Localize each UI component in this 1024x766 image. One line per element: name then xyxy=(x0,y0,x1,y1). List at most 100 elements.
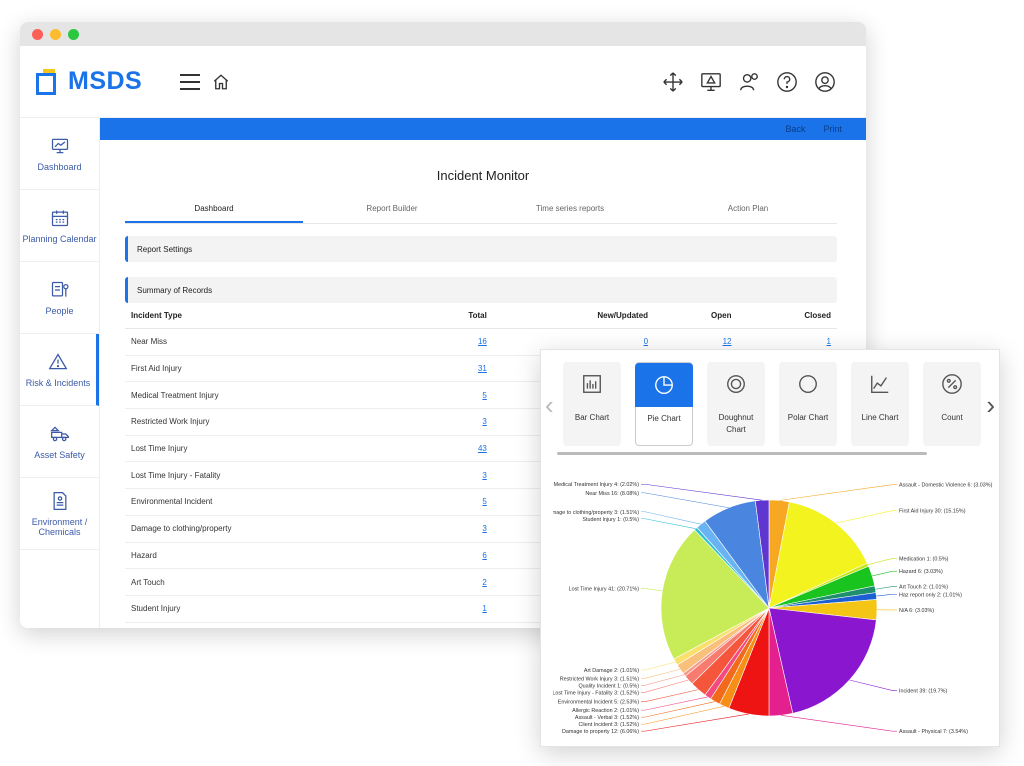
bar-chart-icon xyxy=(583,375,601,393)
report-settings-panel[interactable]: Report Settings xyxy=(125,236,837,262)
table-cell-type: Damage to clothing/property xyxy=(125,515,415,543)
sidebar-item-environment-chemicals[interactable]: Environment / Chemicals xyxy=(20,478,99,550)
table-cell-total: 3 xyxy=(414,515,493,543)
table-cell-total: 1 xyxy=(414,595,493,623)
chevron-left-icon[interactable]: ‹ xyxy=(545,390,554,421)
vehicle-icon xyxy=(49,425,69,441)
count-link[interactable]: 3 xyxy=(482,417,486,426)
fullscreen-icon[interactable] xyxy=(662,71,684,93)
pie-label-leader xyxy=(641,661,676,671)
tab-report-builder[interactable]: Report Builder xyxy=(303,200,481,223)
chart-type-bar[interactable]: Bar Chart xyxy=(563,362,621,446)
chart-type-label: Polar Chart xyxy=(787,413,829,422)
pie-label-leader xyxy=(872,570,897,577)
logo-text: MSDS xyxy=(68,67,143,95)
sidebar-item-label: Risk & Incidents xyxy=(25,377,91,388)
count-link[interactable]: 2 xyxy=(482,578,486,587)
pie-slice-label: Haz report only 2: (1.01%) xyxy=(899,592,962,598)
table-cell-total: 2 xyxy=(414,568,493,596)
column-header: Incident Type xyxy=(125,303,415,329)
pie-slice-label: Student Injury 1: (0.5%) xyxy=(582,517,639,523)
pie-slice-label: Damage to property 12: (6.06%) xyxy=(562,729,639,735)
count-link[interactable]: 1 xyxy=(827,337,831,346)
sidebar-item-risk-incidents[interactable]: Risk & Incidents xyxy=(20,334,99,406)
maximize-window-button[interactable] xyxy=(68,28,79,40)
table-cell-total: 31 xyxy=(414,355,493,383)
monitor-alert-icon[interactable] xyxy=(700,71,722,93)
sidebar-item-people[interactable]: People xyxy=(20,262,99,334)
pie-slice-label: Restricted Work Injury 3: (1.51%) xyxy=(560,676,639,682)
pie-slice-label: Allergic Reaction 2: (1.01%) xyxy=(572,708,639,714)
sidebar-item-dashboard[interactable]: Dashboard xyxy=(20,118,99,190)
pie-label-leader xyxy=(641,674,685,686)
chart-type-label: Pie Chart xyxy=(647,414,681,423)
tab-time-series-reports[interactable]: Time series reports xyxy=(481,200,659,223)
people-icon xyxy=(51,281,69,297)
pie-chart-icon xyxy=(655,376,673,394)
logo-mark-icon xyxy=(36,68,62,95)
pie-chart: Assault - Domestic Violence 6: (3.03%) Fi… xyxy=(553,482,993,735)
pie-label-leader xyxy=(875,586,897,590)
pie-slice-label: Art Touch 2: (1.01%) xyxy=(899,584,948,590)
tab-action-plan[interactable]: Action Plan xyxy=(659,200,837,223)
chart-type-count[interactable]: Count xyxy=(923,362,981,446)
pie-label-leader xyxy=(849,679,897,691)
sidebar-item-asset-safety[interactable]: Asset Safety xyxy=(20,406,99,478)
chart-type-line[interactable]: Line Chart xyxy=(851,362,909,446)
print-link[interactable]: Print xyxy=(823,124,842,134)
chart-type-label: Doughnut Chart xyxy=(718,413,754,434)
dashboard-icon xyxy=(51,138,68,153)
tab-dashboard[interactable]: Dashboard xyxy=(125,200,303,223)
pie-label-leader xyxy=(641,689,699,703)
pie-label-leader xyxy=(641,511,701,525)
chart-type-polar[interactable]: Polar Chart xyxy=(779,362,837,446)
pie-label-leader xyxy=(641,483,763,501)
logo[interactable]: MSDS xyxy=(36,67,142,96)
chart-type-scrollbar[interactable] xyxy=(557,452,927,455)
pie-label-leader xyxy=(641,679,689,693)
table-cell-total: 5 xyxy=(414,381,493,410)
count-link[interactable]: 5 xyxy=(482,391,486,400)
count-link[interactable]: 31 xyxy=(478,364,487,373)
pie-label-leader xyxy=(835,510,897,524)
table-cell-total: 3 xyxy=(414,408,493,436)
pie-slice-label: Hazard 6: (3.03%) xyxy=(899,569,943,575)
pie-slice-label: Near Miss 16: (8.08%) xyxy=(585,491,639,497)
user-settings-icon[interactable] xyxy=(738,71,760,93)
pie-label-leader xyxy=(641,588,663,592)
help-icon[interactable] xyxy=(776,71,798,93)
polar-chart-icon xyxy=(799,375,817,393)
close-window-button[interactable] xyxy=(32,28,43,40)
account-icon[interactable] xyxy=(814,71,836,93)
count-link[interactable]: 12 xyxy=(723,337,732,346)
minimize-window-button[interactable] xyxy=(50,28,61,40)
chart-type-label: Bar Chart xyxy=(574,413,610,422)
pie-slice-label: Lost Time Injury - Fatality 3: (1.52%) xyxy=(553,690,639,696)
calendar-icon xyxy=(51,210,68,226)
menu-icon[interactable] xyxy=(180,73,201,90)
home-icon[interactable] xyxy=(212,73,230,91)
tabs: Dashboard Report Builder Time series rep… xyxy=(125,200,837,224)
count-link[interactable]: 16 xyxy=(478,337,487,346)
table-cell-type: Art Touch xyxy=(125,568,415,596)
chevron-right-icon[interactable]: › xyxy=(986,390,995,421)
sidebar-item-label: People xyxy=(45,305,74,316)
count-link[interactable]: 43 xyxy=(478,444,487,453)
table-cell-type: Lost Time Injury xyxy=(125,435,415,463)
pie-slice-label: Assault - Domestic Violence 6: (3.03%) xyxy=(899,483,993,489)
action-bar: Back Print xyxy=(100,118,866,140)
count-link[interactable]: 6 xyxy=(482,551,486,560)
sidebar-item-planning-calendar[interactable]: Planning Calendar xyxy=(20,190,99,262)
count-link[interactable]: 1 xyxy=(482,604,486,613)
sidebar-item-label: Environment / Chemicals xyxy=(31,516,88,537)
chart-type-doughnut[interactable]: Doughnut Chart xyxy=(707,362,765,446)
chart-type-label: Count xyxy=(941,413,963,422)
chart-window: ‹ › Bar Chart Pie Chart Doughnut Chart P… xyxy=(540,349,1000,747)
count-link[interactable]: 3 xyxy=(482,471,486,480)
count-link[interactable]: 3 xyxy=(482,524,486,533)
back-link[interactable]: Back xyxy=(785,124,805,134)
count-link[interactable]: 0 xyxy=(644,337,648,346)
chart-type-pie[interactable]: Pie Chart xyxy=(635,362,693,446)
count-link[interactable]: 5 xyxy=(482,497,486,506)
column-header: New/Updated xyxy=(492,303,655,329)
